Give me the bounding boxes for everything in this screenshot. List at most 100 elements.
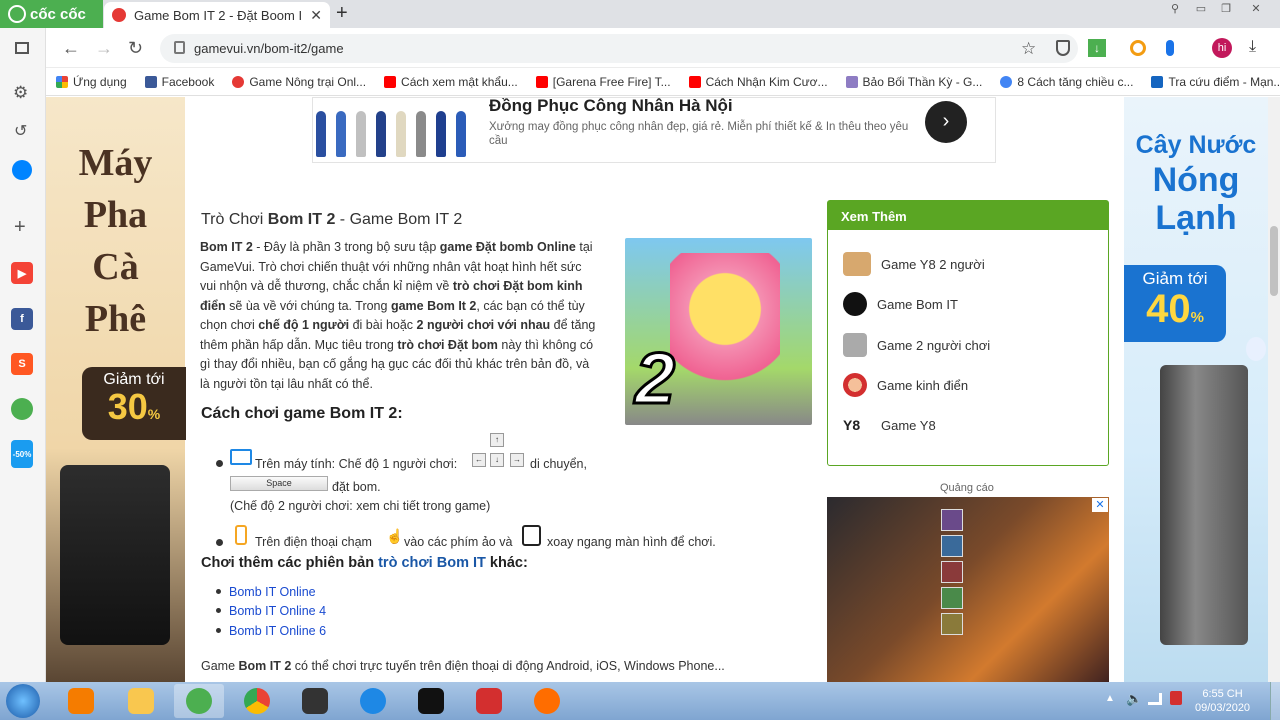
taskbar-nox[interactable] [290,684,340,718]
close-tab-icon[interactable]: ✕ [310,7,322,24]
coccoc-brand[interactable]: cốc cốc [8,5,86,23]
security-alert-icon[interactable] [1170,691,1182,705]
tiki-sidebar-icon[interactable]: -50% [11,440,33,468]
settings-gear-icon[interactable]: ⚙ [13,83,28,103]
mario-icon [843,373,867,397]
related-game-item[interactable]: Game 2 người chơi [843,331,990,359]
nox-icon [302,688,328,714]
bom-it-link[interactable]: trò chơi Bom IT [378,555,486,571]
left-ad-line3: Cà [92,246,139,288]
coccoc-sidebar-icon[interactable] [11,398,33,420]
bookmark-game-nong-trai[interactable]: Game Nông trại Onl... [232,75,366,89]
worker-figure [436,111,446,157]
close-window-button[interactable]: ✕ [1243,2,1269,15]
bookmark-apps[interactable]: Ứng dụng [56,75,127,89]
left-ad-line1: Máy [78,142,153,184]
top-ad-next-button[interactable]: › [925,101,967,143]
page-scrollbar[interactable] [1268,97,1280,682]
move-text: di chuyển, [530,457,587,471]
related-game-item[interactable]: Game Bom IT [843,290,958,318]
apps-grid-icon [56,75,68,88]
left-discount-badge: Giảm tới 30% [82,367,186,440]
bookmark-kim-cuong[interactable]: Cách Nhận Kim Cươ... [688,75,828,89]
messenger-icon[interactable] [12,160,32,180]
bookmark-chieu-cao[interactable]: 8 Cách tăng chiều c... [1000,75,1133,89]
taskbar-ie[interactable] [348,684,398,718]
back-button[interactable]: ← [62,38,80,59]
bookmark-garena[interactable]: [Garena Free Fire] T... [535,75,671,89]
intro-text: - Đây là phần 3 trong bộ sưu tập [252,240,440,254]
left-coffee-machine-ad[interactable]: Máy Pha Cà Phê Giảm tới 30% [46,97,186,682]
volume-icon[interactable]: 🔈 [1126,691,1142,707]
intro-bold-text: game Bom It 2 [390,298,477,313]
taskbar-chrome[interactable] [232,684,282,718]
lock-icon[interactable] [174,41,185,54]
start-button[interactable] [6,684,40,718]
taskbar-coccoc[interactable] [174,684,224,718]
two-kids-icon [843,252,871,276]
downloads-icon[interactable]: ⤓ [1249,38,1256,56]
system-clock[interactable]: 6:55 CH 09/03/2020 [1195,687,1250,715]
related-game-item[interactable]: Game kinh điển [843,371,968,399]
reload-button[interactable]: ↻ [128,38,143,59]
right-ad-line1: Cây Nước [1135,131,1257,159]
ad-close-icon[interactable]: ✕ [1092,498,1108,512]
taskbar-explorer[interactable] [116,684,166,718]
add-sidebar-app-icon[interactable]: + [14,216,26,239]
bullet [216,589,221,594]
space-key: Space [230,476,328,492]
shield-icon[interactable] [1056,40,1070,56]
chrome-icon [244,688,270,714]
clock-date: 09/03/2020 [1195,702,1251,714]
youtube-sidebar-icon[interactable]: ▶ [11,262,33,284]
forward-button[interactable]: → [95,38,113,59]
facebook-icon [144,75,157,88]
y8-logo-icon: Y8 [843,417,861,433]
coccoc-logo-icon [8,5,26,23]
facebook-sidebar-icon[interactable]: f [11,308,33,330]
new-tab-button[interactable]: + [336,2,348,25]
top-ad-title[interactable]: Đồng Phục Công Nhân Hà Nội [489,96,733,116]
arrow-down-key: ↓ [490,453,504,467]
intro-bold-text: Bom IT 2 [200,240,253,254]
taskbar-recorder[interactable] [406,684,456,718]
minimize-button[interactable]: ▭ [1188,2,1214,15]
version-link[interactable]: Bomb IT Online 4 [229,604,326,618]
intro-bold-text: 2 người chơi với nhau [416,318,551,332]
version-link[interactable]: Bomb IT Online 6 [229,624,326,638]
bookmark-bao-boi[interactable]: Bảo Bối Thần Kỳ - G... [845,75,982,89]
game-character-image [670,253,780,413]
bookmark-star-icon[interactable]: ☆ [1021,39,1036,59]
top-ad-description: Xưởng may đồng phục công nhân đẹp, giá r… [489,121,909,147]
coccoc-extension-icon[interactable] [1130,40,1146,56]
left-ad-line4: Phê [84,298,147,340]
taskbar-media-player[interactable] [56,684,106,718]
history-icon[interactable]: ↺ [14,121,27,141]
network-icon[interactable] [1148,693,1162,705]
url-text[interactable]: gamevui.vn/bom-it2/game [194,41,344,56]
active-tab[interactable]: Game Bom IT 2 - Đặt Boom I ✕ [104,2,330,28]
download-extension-icon[interactable]: ↓ [1088,39,1106,57]
bookmark-xem-mat-khau[interactable]: Cách xem mật khẩu... [384,75,518,89]
related-game-item[interactable]: Y8 Game Y8 [843,411,936,439]
kiem-vu-game-ad[interactable] [827,497,1109,682]
game-thumbnail[interactable]: 2 [625,238,812,425]
microphone-icon[interactable] [1166,40,1174,56]
pin-icon[interactable]: ⚲ [1162,2,1188,15]
sidebar-toggle-icon[interactable] [15,42,29,54]
version-link[interactable]: Bomb IT Online [229,585,316,599]
taskbar-avast[interactable] [522,684,572,718]
bookmark-facebook[interactable]: Facebook [144,75,214,89]
coccoc-icon [186,688,212,714]
restore-button[interactable]: ❐ [1213,2,1239,15]
right-water-dispenser-ad[interactable]: Cây Nước Nóng Lạnh Giảm tới 40% [1124,97,1268,682]
show-hidden-icons[interactable]: ▲ [1105,693,1115,704]
scrollbar-thumb[interactable] [1270,226,1278,296]
profile-avatar[interactable]: hi [1212,38,1232,58]
shopee-sidebar-icon[interactable]: S [11,353,33,375]
related-game-item[interactable]: Game Y8 2 người [843,250,985,278]
taskbar-garena[interactable] [464,684,514,718]
show-desktop-button[interactable] [1270,682,1280,720]
bookmark-tra-cuu-diem[interactable]: Tra cứu điểm - Mạn... [1151,75,1280,89]
voice-search-floating-icon[interactable] [1246,337,1266,361]
